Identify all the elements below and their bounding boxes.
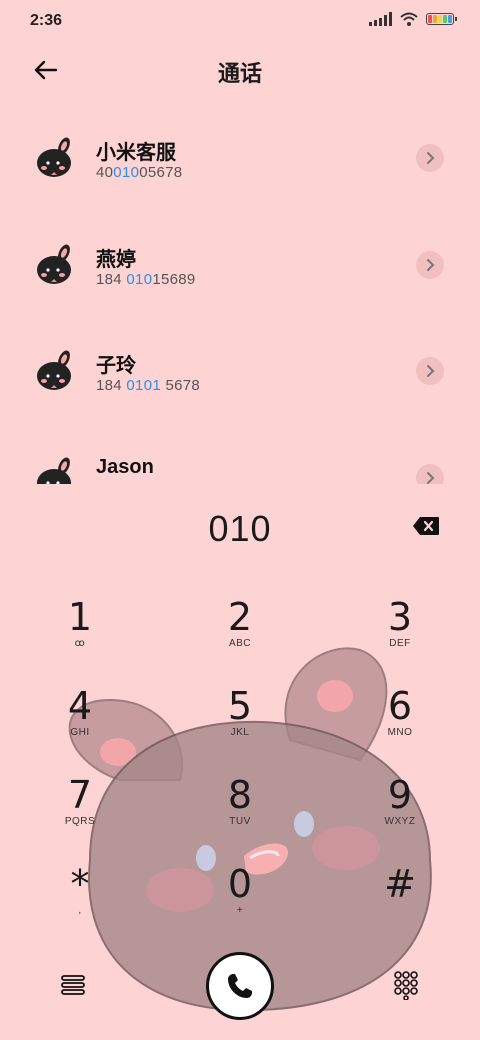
key-star[interactable]: *, [30, 863, 130, 943]
dialpad-icon [394, 971, 418, 1001]
contact-list[interactable]: 小米客服 4001005678 燕婷 184 01015689 子玲 184 0… [0, 106, 480, 484]
key-7[interactable]: 7 PQRS [30, 774, 130, 854]
menu-icon [61, 975, 85, 995]
contact-number: 184 0101 5678 [96, 377, 201, 394]
avatar [37, 350, 71, 390]
contact-item[interactable]: Jason [0, 426, 480, 484]
chevron-right-icon [427, 365, 435, 377]
header: 通话 [0, 50, 480, 90]
number-match: 0101 [126, 377, 161, 394]
contact-detail-button[interactable] [416, 250, 444, 279]
key-hash[interactable]: # [350, 863, 450, 943]
menu-button[interactable] [58, 970, 88, 1000]
key-0[interactable]: 0 + [190, 863, 290, 943]
key-5[interactable]: 5 JKL [190, 685, 290, 765]
phone-icon [228, 974, 252, 998]
contact-detail-button[interactable] [416, 463, 444, 484]
status-icons [369, 12, 457, 26]
number-match: 010 [126, 270, 153, 288]
dial-number: 010 [208, 508, 272, 549]
contact-item[interactable]: 子玲 184 0101 5678 [0, 319, 480, 426]
bottom-bar [0, 950, 480, 1020]
contact-item[interactable]: 小米客服 4001005678 [0, 106, 480, 213]
avatar [37, 137, 71, 177]
contact-detail-button[interactable] [416, 357, 444, 385]
avatar [37, 244, 71, 284]
dial-display: 010 [0, 484, 480, 574]
contact-name: Jason [96, 455, 154, 478]
battery-icon [426, 13, 457, 25]
key-3[interactable]: 3 DEF [350, 596, 450, 676]
key-6[interactable]: 6 MNO [350, 685, 450, 765]
avatar [37, 457, 71, 484]
backspace-icon [413, 517, 439, 535]
call-button[interactable] [206, 952, 274, 1020]
chevron-right-icon [427, 258, 435, 271]
key-9[interactable]: 9 WXYZ [350, 774, 450, 854]
key-8[interactable]: 8 TUV [190, 774, 290, 854]
contact-name: 燕婷 [96, 248, 136, 271]
contact-detail-button[interactable] [416, 144, 444, 172]
key-4[interactable]: 4 GHI [30, 685, 130, 765]
contact-number: 184 01015689 [96, 270, 196, 288]
key-1[interactable]: 1ꝏ [30, 596, 130, 676]
chevron-right-icon [427, 471, 435, 484]
contact-item[interactable]: 燕婷 184 01015689 [0, 213, 480, 320]
key-2[interactable]: 2 ABC [190, 596, 290, 676]
contact-number: 4001005678 [96, 164, 183, 181]
backspace-button[interactable] [412, 516, 440, 536]
status-time: 2:36 [30, 12, 63, 29]
contact-name: 小米客服 [96, 142, 176, 164]
contact-name: 子玲 [96, 355, 136, 377]
voicemail-icon: ꝏ [74, 638, 86, 649]
signal-icon [369, 12, 392, 26]
number-match: 010 [113, 164, 140, 181]
dialpad-toggle-button[interactable] [392, 970, 420, 1001]
page-title: 通话 [217, 61, 262, 86]
wifi-icon [400, 12, 418, 26]
chevron-right-icon [427, 152, 435, 164]
status-bar: 2:36 [0, 0, 480, 40]
